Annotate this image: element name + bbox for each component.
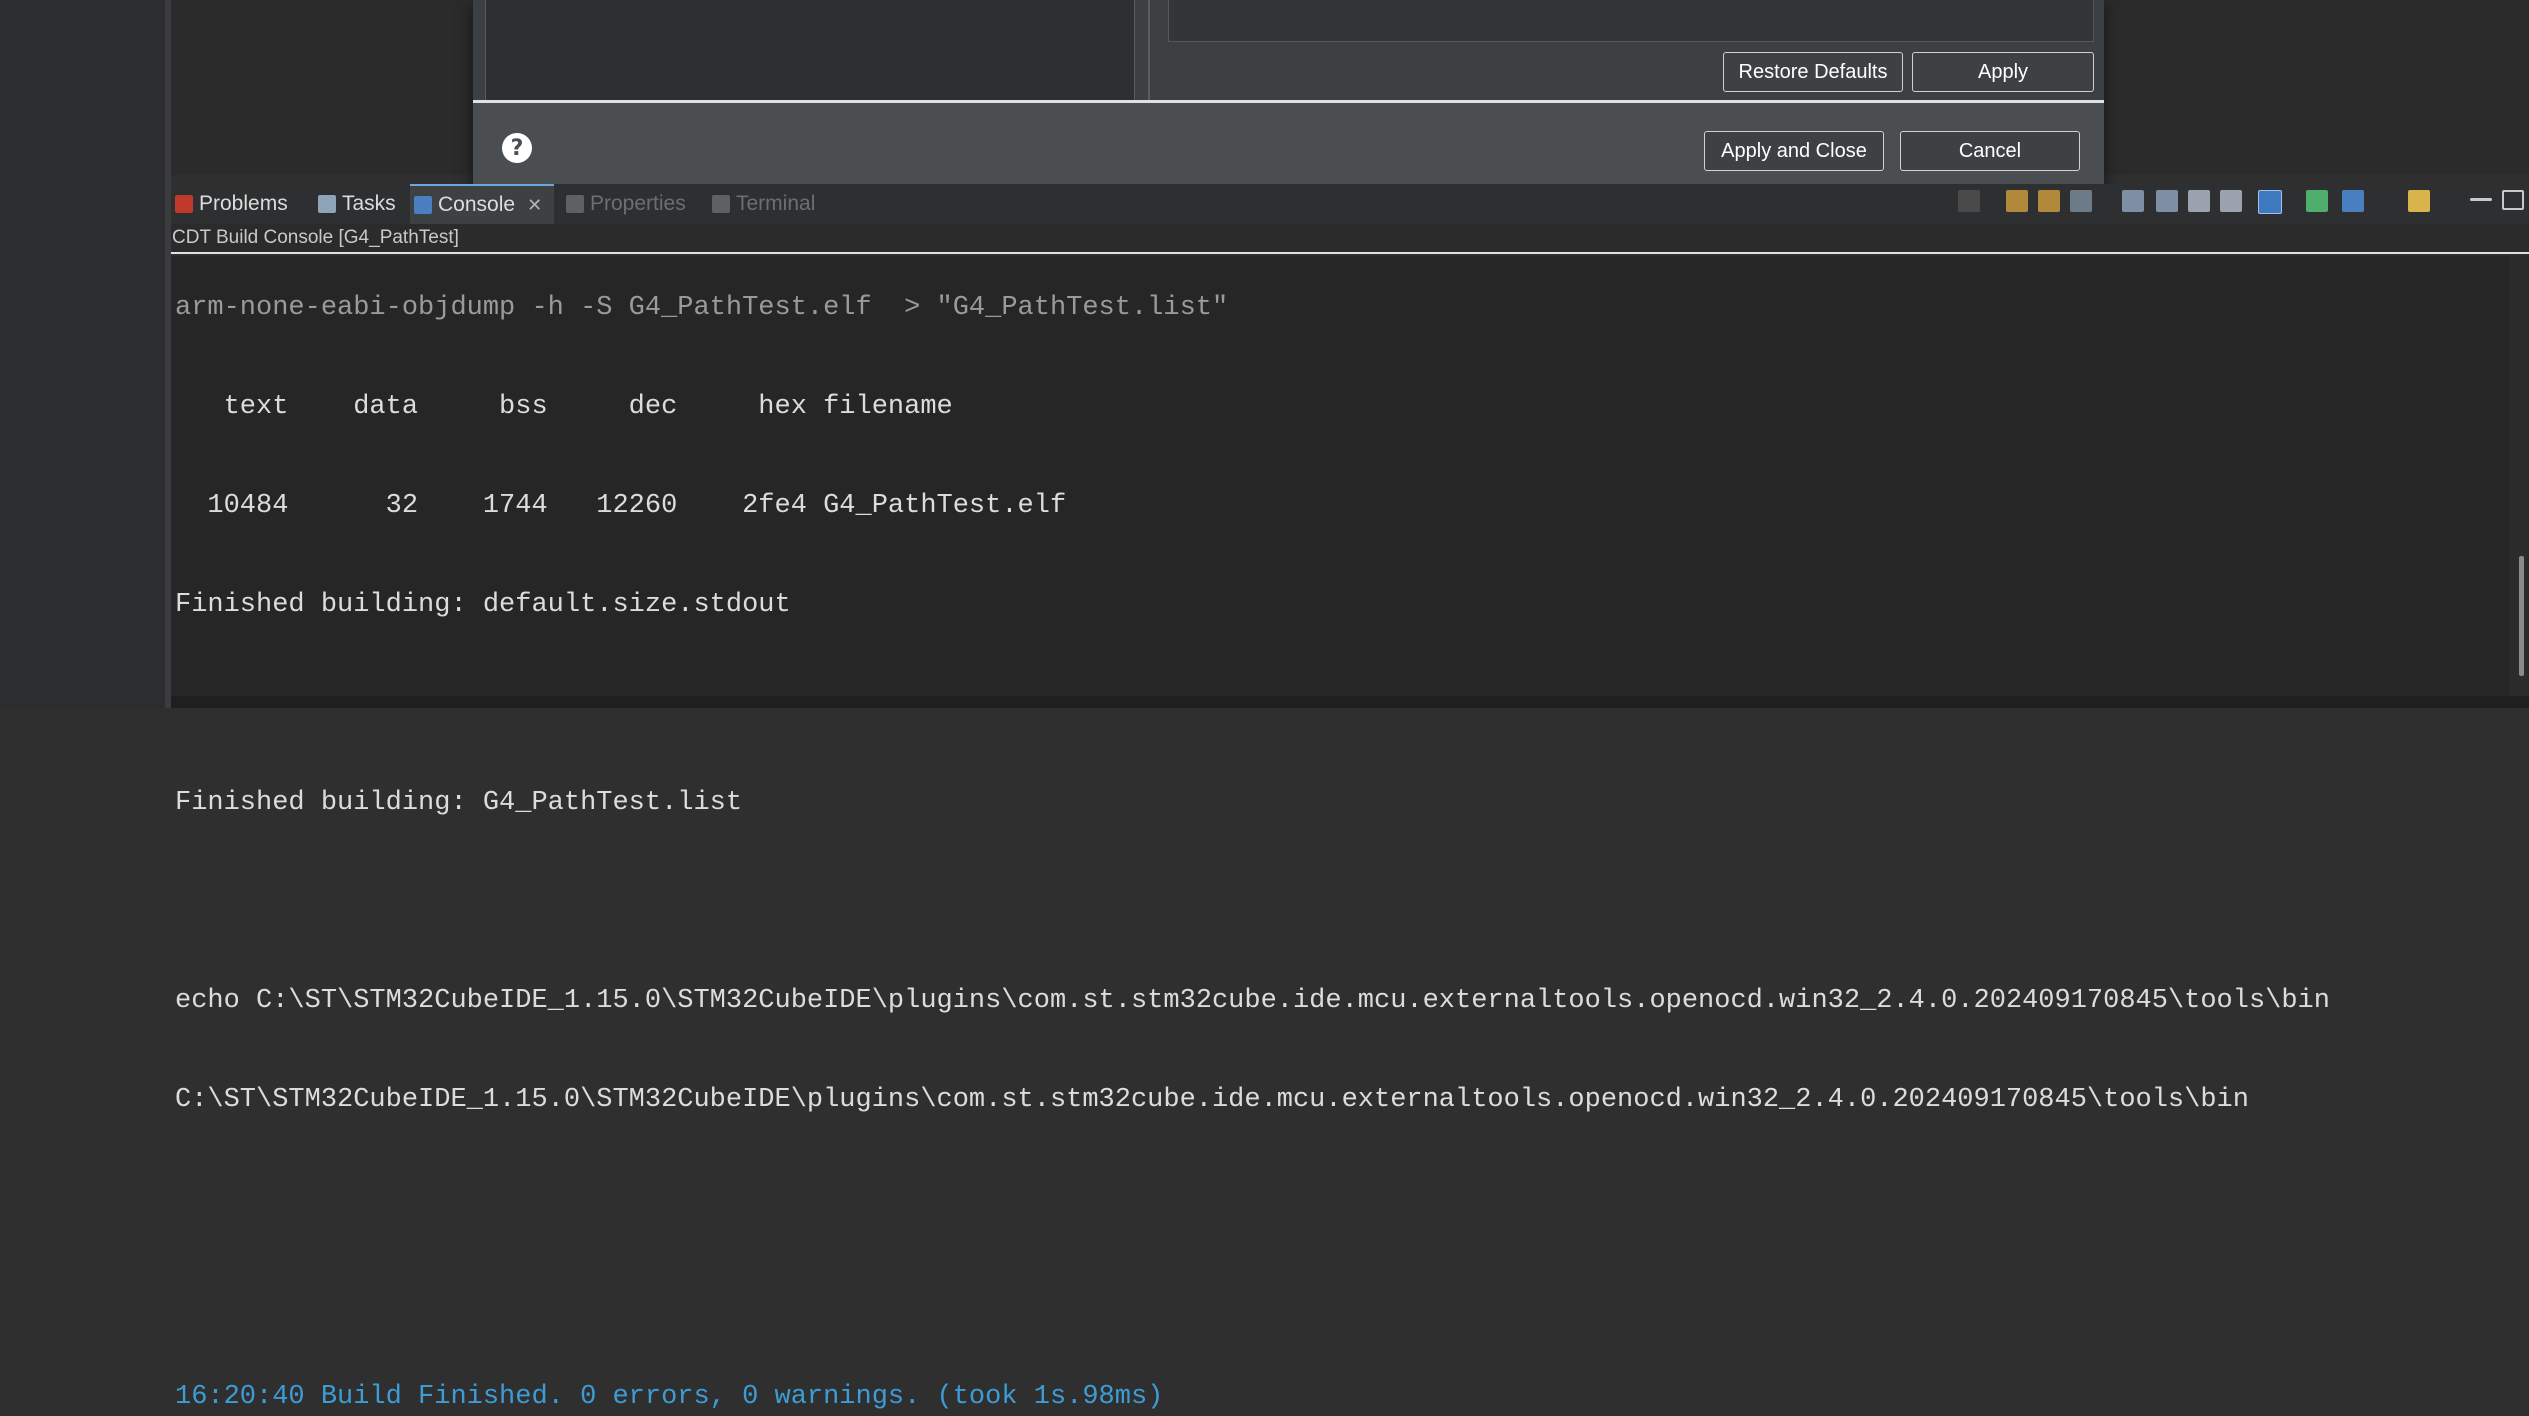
- tab-terminal[interactable]: Terminal: [712, 184, 815, 224]
- next-icon[interactable]: [2038, 190, 2060, 212]
- tab-label: Console: [438, 193, 516, 216]
- terminal-icon: [712, 195, 730, 213]
- tab-problems[interactable]: Problems: [175, 184, 288, 224]
- build-status-line: 16:20:40 Build Finished. 0 errors, 0 war…: [175, 1382, 1164, 1412]
- problems-icon: [175, 195, 193, 213]
- preference-content-area: [1168, 0, 2094, 42]
- new-console-icon[interactable]: [2342, 190, 2364, 212]
- console-line: C:\ST\STM32CubeIDE_1.15.0\STM32CubeIDE\p…: [175, 1085, 2249, 1115]
- maximize-icon[interactable]: [2502, 190, 2524, 210]
- tab-console[interactable]: Console ✕: [410, 184, 555, 224]
- clear-console-icon[interactable]: [2070, 190, 2092, 212]
- tab-label: Properties: [590, 192, 686, 215]
- console-text[interactable]: arm-none-eabi-objdump -h -S G4_PathTest.…: [175, 244, 2330, 1416]
- pin-console-icon[interactable]: [2220, 190, 2242, 212]
- tab-label: Problems: [199, 192, 288, 215]
- console-menu-icon[interactable]: [2408, 190, 2430, 212]
- console-line: Finished building: G4_PathTest.list: [175, 788, 743, 818]
- restore-defaults-button[interactable]: Restore Defaults: [1723, 52, 1903, 92]
- terminate-icon[interactable]: [1958, 190, 1980, 212]
- tab-properties[interactable]: Properties: [566, 184, 686, 224]
- tasks-icon: [318, 195, 336, 213]
- apply-and-close-button[interactable]: Apply and Close: [1704, 131, 1884, 171]
- tab-label: Tasks: [342, 192, 396, 215]
- console-line: 10484 32 1744 12260 2fe4 G4_PathTest.elf: [175, 491, 1067, 521]
- cancel-button[interactable]: Cancel: [1900, 131, 2080, 171]
- previous-icon[interactable]: [2006, 190, 2028, 212]
- console-line: Finished building: default.size.stdout: [175, 590, 791, 620]
- console-icon: [414, 196, 432, 214]
- properties-icon: [566, 195, 584, 213]
- tab-tasks[interactable]: Tasks: [318, 184, 396, 224]
- preferences-tree-pane[interactable]: [485, 0, 1135, 100]
- console-line: arm-none-eabi-objdump -h -S G4_PathTest.…: [175, 293, 1229, 323]
- apply-button[interactable]: Apply: [1912, 52, 2094, 92]
- minimize-icon[interactable]: [2470, 198, 2492, 201]
- dialog-sash[interactable]: [1148, 0, 1150, 100]
- tab-label: Terminal: [736, 192, 816, 215]
- console-scrollbar-thumb[interactable]: [2519, 556, 2524, 676]
- open-console-icon[interactable]: [2306, 190, 2328, 212]
- show-console-icon[interactable]: [2188, 190, 2210, 212]
- left-gutter: [0, 0, 165, 708]
- console-line: text data bss dec hex filename: [175, 392, 953, 422]
- help-icon[interactable]: ?: [502, 133, 532, 163]
- close-icon[interactable]: ✕: [527, 195, 542, 216]
- word-wrap-icon[interactable]: [2156, 190, 2178, 212]
- scroll-lock-icon[interactable]: [2122, 190, 2144, 212]
- bottom-strip: [171, 696, 2529, 708]
- display-selected-console-icon[interactable]: [2258, 190, 2282, 214]
- console-line: echo C:\ST\STM32CubeIDE_1.15.0\STM32Cube…: [175, 986, 2330, 1016]
